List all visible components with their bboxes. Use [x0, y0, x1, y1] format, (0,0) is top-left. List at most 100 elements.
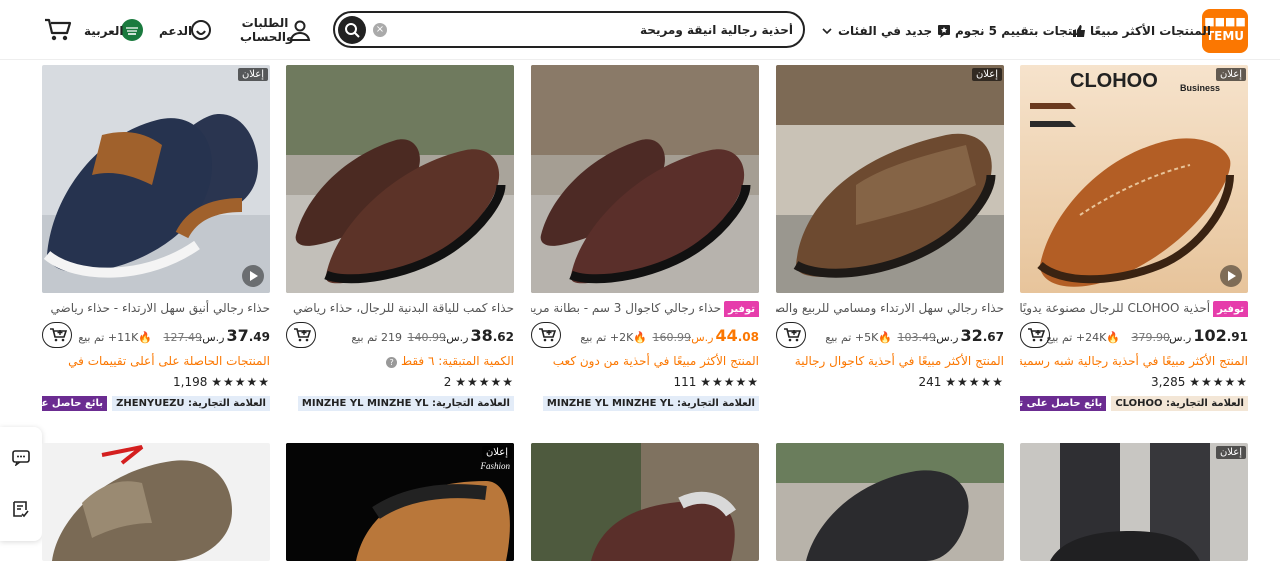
price-dec: .62 [492, 330, 514, 344]
star-review-icon [938, 25, 950, 38]
shoe-photo [531, 65, 759, 293]
product-card[interactable]: إعلان حذاء رجالي أنيق سهل الارتداء - حذا… [42, 65, 270, 411]
shoe-photo [531, 443, 759, 561]
seller-badge: بائع حاصل على نجوم [42, 396, 108, 411]
price-row: 102.91ر.س. 379.90 🔥24K+ تم بيع [1020, 321, 1248, 351]
price-dec: .91 [1226, 330, 1248, 344]
product-image[interactable] [776, 443, 1004, 561]
nav-categories[interactable]: الفئات [820, 22, 877, 40]
product-image[interactable]: إعلان [776, 65, 1004, 293]
sold-count: 🔥5K+ تم بيع [825, 331, 892, 344]
question-icon[interactable]: ? [386, 357, 398, 368]
nav-five-star[interactable]: منتجات بتقييم 5 نجوم [937, 22, 1085, 40]
language-label: العربية [84, 24, 124, 38]
product-card[interactable] [776, 443, 1004, 561]
clear-icon[interactable]: × [373, 23, 387, 37]
add-to-cart-button[interactable] [286, 322, 316, 348]
product-title-text: أحذية CLOHOO للرجال مصنوعة يدويًا [1020, 301, 1211, 315]
product-image[interactable]: إعلان Fashion [286, 443, 514, 561]
nav-new-label: جديد في [881, 24, 933, 38]
support-label: الدعم [159, 24, 193, 38]
add-cart-icon [294, 328, 311, 342]
rating-count: 241 [918, 375, 942, 389]
product-image[interactable]: CLOHOO Business إعلان [1020, 65, 1248, 293]
fire-icon: 🔥 [1106, 331, 1120, 344]
old-price: 379.90 [1131, 331, 1171, 344]
price: 44.08 ر.س. [688, 326, 759, 345]
product-image[interactable] [286, 65, 514, 293]
price: 102.91ر.س. [1166, 326, 1248, 345]
nav-categories-label: الفئات [838, 24, 877, 38]
product-tag[interactable]: المنتج الأكثر مبيعًا في أحذية رجالية شبه… [1020, 352, 1248, 370]
product-image[interactable]: إعلان [1020, 443, 1248, 561]
product-card[interactable]: توفيرحذاء رجالي كاجوال 3 سم - بطانة مريح… [531, 65, 759, 411]
product-title[interactable]: حذاء كمب للياقة البدنية للرجال، حذاء ريا… [286, 299, 514, 317]
product-card[interactable]: حذاء كمب للياقة البدنية للرجال، حذاء ريا… [286, 65, 514, 411]
checklist-icon[interactable] [12, 500, 30, 518]
cart-icon[interactable] [44, 17, 72, 43]
product-card[interactable]: إعلان [1020, 443, 1248, 561]
nav-new[interactable]: جديد في [881, 22, 932, 40]
seller-badge: بائع حاصل على تقييمات [1020, 396, 1107, 411]
orders-label-line1: الطلبات [241, 16, 289, 30]
shoe-photo [776, 65, 1004, 293]
product-tag[interactable]: المنتجات الحاصلة على أعلى تقييمات في [42, 352, 270, 370]
price-int: 32 [960, 326, 983, 345]
rating: ★★★★★ 2 [286, 373, 514, 391]
search-button[interactable] [338, 16, 366, 44]
rating-count: 1,198 [173, 375, 208, 389]
product-card[interactable]: إعلان Fashion [286, 443, 514, 561]
product-title[interactable]: توفيرحذاء رجالي كاجوال 3 سم - بطانة مريح… [531, 299, 759, 317]
save-badge: توفير [1213, 301, 1248, 317]
product-title-text: حذاء رجالي كاجوال 3 سم - بطانة مريحة [531, 301, 722, 315]
price: 32.67 ر.س. [933, 326, 1004, 345]
currency: ر.س. [198, 331, 225, 344]
brand-badge[interactable]: العلامة التجارية: CLOHOO [1111, 396, 1248, 411]
product-card[interactable] [531, 443, 759, 561]
price-int: 38 [470, 326, 493, 345]
rating: ★★★★★ 3,285 [1020, 373, 1248, 391]
product-image[interactable] [531, 443, 759, 561]
price-row: 32.67 ر.س. 103.49 🔥5K+ تم بيع [776, 321, 1004, 351]
product-image[interactable] [531, 65, 759, 293]
badge-row: العلامة التجارية: MINZHE YL MINZHE YL [531, 391, 759, 411]
product-tag[interactable]: المنتج الأكثر مبيعًا في أحذية كاجوال رجا… [776, 352, 1004, 370]
add-to-cart-button[interactable] [1020, 322, 1050, 348]
ad-badge: إعلان [1215, 446, 1246, 459]
badge-row: العلامة التجارية: ZHENYUEZU بائع حاصل عل… [42, 391, 270, 411]
add-cart-icon [539, 328, 556, 342]
product-title[interactable]: حذاء رجالي أنيق سهل الارتداء - حذاء رياض… [42, 299, 271, 317]
rating: ★★★★★ 111 [531, 373, 759, 391]
old-price: 160.99 [652, 331, 692, 344]
brand-badge[interactable]: العلامة التجارية: MINZHE YL MINZHE YL [297, 396, 514, 411]
product-title[interactable]: توفيرأحذية CLOHOO للرجال مصنوعة يدويًا [1020, 299, 1248, 317]
brand-badge[interactable]: العلامة التجارية: ZHENYUEZU [112, 396, 270, 411]
business-label-text: Business [1180, 83, 1220, 93]
product-tag[interactable]: الكمية المتبقية: ٦ فقط ? [286, 352, 514, 370]
price-dec: .08 [737, 330, 759, 344]
play-video-icon[interactable] [242, 265, 264, 287]
product-card[interactable] [42, 443, 270, 561]
sold-count-text: 5K+ تم بيع [825, 331, 879, 344]
play-video-icon[interactable] [1220, 265, 1242, 287]
product-tag[interactable]: المنتج الأكثر مبيعًا في أحذية من دون كعب [531, 352, 759, 370]
product-card[interactable]: إعلان حذاء رجالي سهل الارتداء ومسامي للر… [776, 65, 1004, 391]
nav-best-sellers[interactable]: المنتجات الأكثر مبيعًا [1072, 22, 1211, 40]
chat-icon[interactable] [12, 450, 30, 466]
sold-count-text: 24K+ تم بيع [1046, 331, 1107, 344]
brand-badge[interactable]: العلامة التجارية: MINZHE YL MINZHE YL [542, 396, 759, 411]
product-image[interactable] [42, 443, 270, 561]
fashion-label: Fashion [480, 461, 510, 471]
product-card[interactable]: CLOHOO Business إعلان توفيرأحذية CLOHOO … [1020, 65, 1248, 411]
add-to-cart-button[interactable] [531, 322, 561, 348]
price-dec: .67 [982, 330, 1004, 344]
shoe-photo [286, 65, 514, 293]
fire-icon: 🔥 [633, 331, 647, 344]
fire-icon: 🔥 [878, 331, 892, 344]
product-title[interactable]: حذاء رجالي سهل الارتداء ومسامي للربيع وا… [776, 299, 1004, 317]
search-input[interactable] [393, 20, 793, 40]
add-to-cart-button[interactable] [776, 322, 806, 348]
sold-count: 219 تم بيع [351, 331, 402, 344]
product-image[interactable]: إعلان [42, 65, 270, 293]
add-to-cart-button[interactable] [42, 322, 72, 348]
